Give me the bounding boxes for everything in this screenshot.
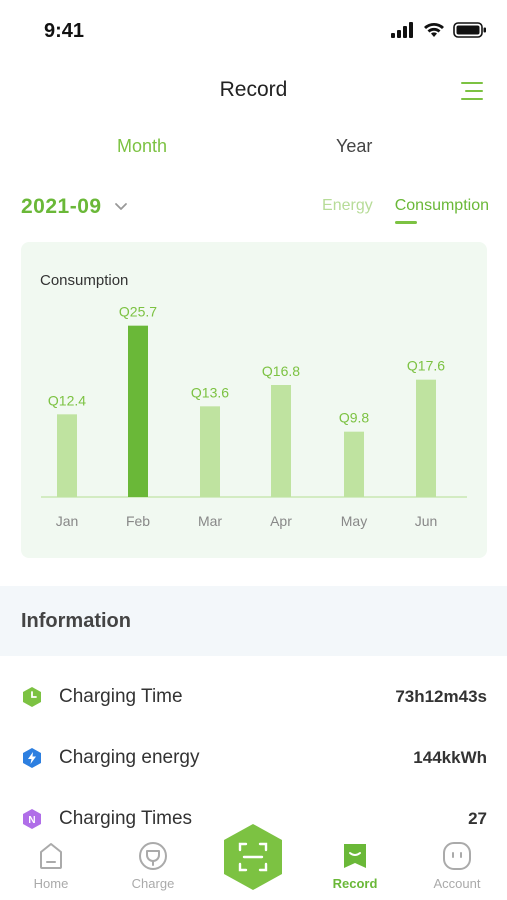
period-tabs: Month Year <box>0 136 507 160</box>
tab-energy[interactable]: Energy <box>322 197 373 215</box>
bar-feb[interactable] <box>128 325 148 497</box>
info-row-charging-energy: Charging energy 144kkWh <box>21 743 487 773</box>
chevron-down-icon <box>114 203 127 210</box>
menu-icon[interactable] <box>461 80 483 102</box>
bar-may[interactable] <box>344 431 364 497</box>
information-header: Information <box>0 586 507 656</box>
status-time: 9:41 <box>44 20 85 42</box>
data-label: Q25.7 <box>119 304 157 320</box>
bar-mar[interactable] <box>200 406 220 497</box>
tab-year[interactable]: Year <box>336 136 372 157</box>
data-label: Q13.6 <box>191 384 229 400</box>
info-value: 144kkWh <box>413 748 487 767</box>
tab-consumption[interactable]: Consumption <box>394 197 489 224</box>
bar-jan[interactable] <box>57 414 77 497</box>
x-tick-label: May <box>341 513 367 529</box>
data-label: Q16.8 <box>262 363 300 379</box>
info-row-charging-time: Charging Time 73h12m43s <box>21 682 487 712</box>
x-tick-label: Jun <box>415 513 438 529</box>
info-label: Charging energy <box>59 747 200 768</box>
home-icon <box>40 843 62 869</box>
tab-bar: Home Charge Record Account <box>0 824 507 900</box>
tab-home[interactable]: Home <box>11 840 91 891</box>
tab-record[interactable]: Record <box>315 840 395 891</box>
n-icon: N <box>23 809 41 829</box>
data-label: Q9.8 <box>339 410 370 426</box>
tab-month[interactable]: Month <box>117 136 167 157</box>
tab-charge[interactable]: Charge <box>113 840 193 891</box>
account-icon <box>443 842 471 870</box>
metric-tabs: Energy Consumption <box>322 197 489 224</box>
info-label: Charging Times <box>59 808 193 829</box>
signal-icon <box>391 22 413 38</box>
x-tick-label: Apr <box>270 513 292 529</box>
x-tick-label: Mar <box>198 513 222 529</box>
data-label: Q12.4 <box>48 392 86 408</box>
scan-button[interactable] <box>218 822 288 892</box>
lightning-icon <box>23 748 41 768</box>
svg-text:N: N <box>28 815 35 826</box>
chart-card: Consumption Q12.4 Jan Q25.7 Feb Q13.6 Mar Q16.… <box>21 242 487 558</box>
wifi-icon <box>424 23 444 37</box>
info-label: Charging Time <box>59 686 183 707</box>
page-title: Record <box>219 78 288 101</box>
data-label: Q17.6 <box>407 358 445 374</box>
charge-icon <box>139 842 167 870</box>
tab-label: Charge <box>131 876 175 891</box>
bar-apr[interactable] <box>271 385 291 497</box>
info-value: 27 <box>468 809 487 828</box>
battery-icon <box>453 22 486 38</box>
info-value: 73h12m43s <box>395 687 487 706</box>
record-icon <box>344 844 366 868</box>
date-value: 2021-09 <box>21 195 102 218</box>
tab-label: Record <box>332 876 378 891</box>
information-title: Information <box>21 610 131 632</box>
x-tick-label: Jan <box>56 513 79 529</box>
tab-label: Account <box>433 876 481 891</box>
x-tick-label: Feb <box>126 513 150 529</box>
status-bar: 9:41 <box>0 0 507 60</box>
status-icons <box>391 22 487 38</box>
tab-account[interactable]: Account <box>417 840 497 891</box>
bar-jun[interactable] <box>416 379 436 497</box>
tab-label: Home <box>33 876 69 891</box>
consumption-bar-chart: Q12.4 Jan Q25.7 Feb Q13.6 Mar Q16.8 Apr Q9.8 May Q… <box>41 304 467 529</box>
clock-icon <box>23 687 41 707</box>
date-selector[interactable]: 2021-09 <box>21 195 128 219</box>
